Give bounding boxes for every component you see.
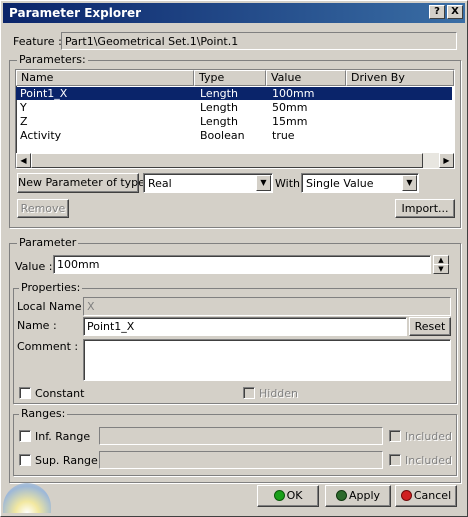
parameters-table: Name Type Value Driven By Point1_X Lengt… xyxy=(15,69,455,169)
remove-button[interactable]: Remove xyxy=(17,199,69,218)
column-header-name[interactable]: Name xyxy=(16,70,194,86)
sup-range-checkbox[interactable] xyxy=(19,454,31,466)
constant-checkbox[interactable] xyxy=(19,387,31,399)
close-button[interactable]: X xyxy=(447,5,463,19)
constant-label: Constant xyxy=(35,387,85,400)
cell-name: Point1_X xyxy=(20,87,68,100)
cell-type: Boolean xyxy=(200,129,245,142)
window-title: Parameter Explorer xyxy=(9,6,142,20)
value-field[interactable]: 100mm xyxy=(53,255,431,274)
properties-group-label: Properties: xyxy=(19,281,83,294)
sup-range-label: Sup. Range xyxy=(35,454,98,467)
cancel-button[interactable]: Cancel xyxy=(395,485,457,507)
spin-down-icon[interactable]: ▼ xyxy=(433,264,449,274)
cell-value: 50mm xyxy=(272,101,308,114)
column-header-driven-by[interactable]: Driven By xyxy=(346,70,454,86)
parameter-group-label: Parameter xyxy=(17,236,79,249)
apply-icon xyxy=(335,490,347,501)
inf-included-checkbox[interactable] xyxy=(389,430,401,442)
inf-range-checkbox[interactable] xyxy=(19,430,31,442)
feature-value: Part1\Geometrical Set.1\Point.1 xyxy=(65,35,239,48)
cell-type: Length xyxy=(200,115,238,128)
hidden-checkbox[interactable] xyxy=(243,387,255,399)
cell-name: Z xyxy=(20,115,28,128)
reset-button[interactable]: Reset xyxy=(409,317,451,336)
local-name-value: X xyxy=(87,300,95,313)
cell-value: 15mm xyxy=(272,115,308,128)
cell-type: Length xyxy=(200,87,238,100)
scroll-right-icon[interactable]: ▶ xyxy=(439,153,454,168)
value-spinner[interactable]: ▲ ▼ xyxy=(433,255,449,274)
ranges-group-label: Ranges: xyxy=(19,407,68,420)
cell-type: Length xyxy=(200,101,238,114)
apply-label: Apply xyxy=(348,489,381,502)
hidden-label: Hidden xyxy=(259,387,299,400)
comment-field[interactable] xyxy=(83,339,451,381)
value-text: 100mm xyxy=(57,258,100,271)
cancel-icon xyxy=(400,490,412,501)
cell-value: 100mm xyxy=(272,87,315,100)
local-name-label: Local Name : xyxy=(17,300,89,313)
table-row[interactable]: Z Length 15mm xyxy=(16,115,452,128)
column-header-value[interactable]: Value xyxy=(266,70,346,86)
table-row[interactable]: Point1_X Length 100mm xyxy=(16,87,452,100)
inf-range-label: Inf. Range xyxy=(35,430,91,443)
ok-button[interactable]: OK xyxy=(257,485,319,507)
horizontal-scrollbar[interactable]: ◀ ▶ xyxy=(16,153,454,168)
import-button[interactable]: Import... xyxy=(395,199,455,218)
table-row[interactable]: Activity Boolean true xyxy=(16,129,452,142)
cell-name: Activity xyxy=(20,129,62,142)
ok-label: OK xyxy=(286,489,303,502)
table-row[interactable]: Y Length 50mm xyxy=(16,101,452,114)
chevron-down-icon[interactable]: ▼ xyxy=(402,175,417,191)
ok-icon xyxy=(273,490,285,501)
apply-button[interactable]: Apply xyxy=(325,485,391,507)
help-button[interactable]: ? xyxy=(429,5,445,19)
inf-range-field[interactable] xyxy=(99,427,383,445)
catia-logo-icon xyxy=(3,483,51,513)
parameter-type-select[interactable]: Real ▼ xyxy=(143,173,273,193)
local-name-field: X xyxy=(83,297,451,316)
name-field[interactable]: Point1_X xyxy=(83,317,407,336)
column-header-type[interactable]: Type xyxy=(194,70,266,86)
inf-included-label: Included xyxy=(405,430,453,443)
chevron-down-icon[interactable]: ▼ xyxy=(256,175,271,191)
scroll-thumb[interactable] xyxy=(31,153,423,168)
value-label: Value : xyxy=(15,260,53,273)
parameter-explorer-window: Parameter Explorer ? X Feature : Part1\G… xyxy=(0,0,468,517)
sup-range-field[interactable] xyxy=(99,451,383,469)
feature-field: Part1\Geometrical Set.1\Point.1 xyxy=(61,32,457,50)
with-label: With xyxy=(275,177,300,190)
name-value: Point1_X xyxy=(87,320,135,333)
scroll-left-icon[interactable]: ◀ xyxy=(16,153,31,168)
parameter-type-value: Real xyxy=(148,177,172,190)
with-select[interactable]: Single Value ▼ xyxy=(301,173,419,193)
parameters-group-label: Parameters: xyxy=(17,53,88,66)
with-select-value: Single Value xyxy=(306,177,374,190)
cancel-label: Cancel xyxy=(413,489,452,502)
cell-value: true xyxy=(272,129,295,142)
new-parameter-button[interactable]: New Parameter of type xyxy=(17,173,145,193)
feature-label: Feature : xyxy=(13,35,62,48)
comment-label: Comment : xyxy=(17,340,79,353)
sup-included-label: Included xyxy=(405,454,453,467)
sup-included-checkbox[interactable] xyxy=(389,454,401,466)
cell-name: Y xyxy=(20,101,27,114)
name-label: Name : xyxy=(17,319,57,332)
title-bar[interactable]: Parameter Explorer ? X xyxy=(3,3,465,23)
